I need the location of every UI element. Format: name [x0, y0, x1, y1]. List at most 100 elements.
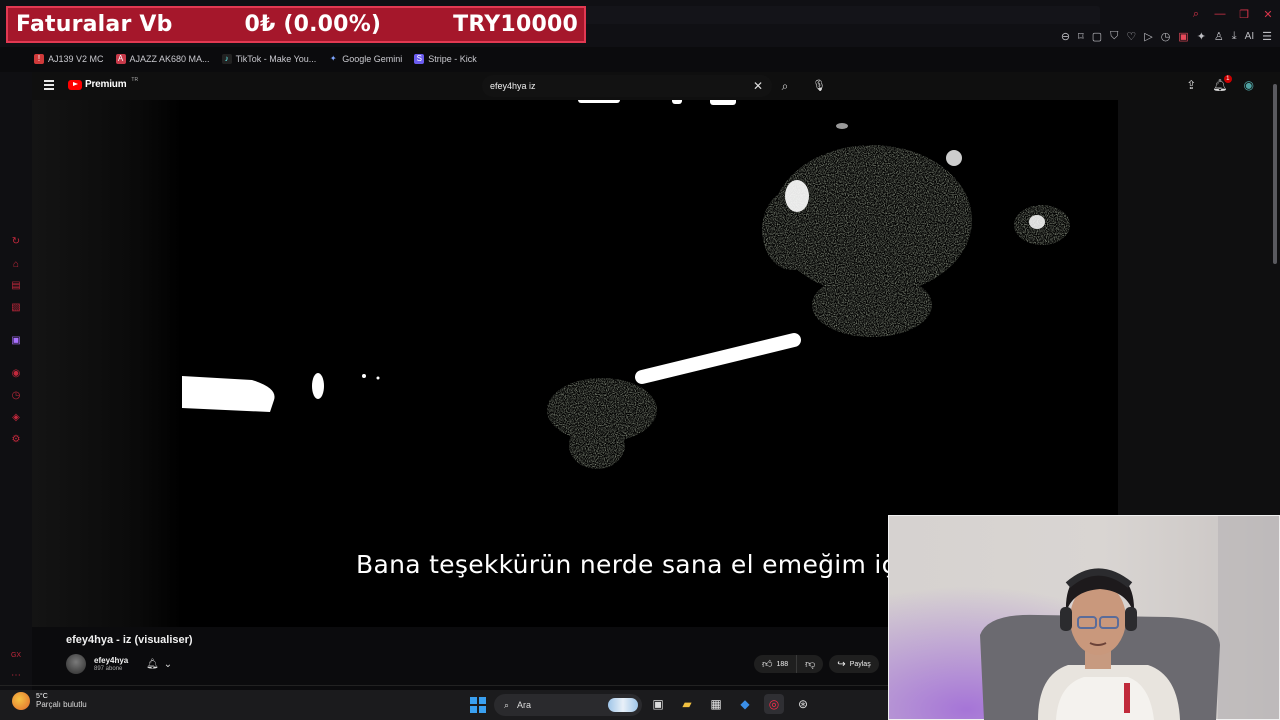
- dislike-button[interactable]: 👎︎: [796, 655, 824, 673]
- menu-hamburger-icon[interactable]: [44, 80, 54, 90]
- steam-icon[interactable]: ⊛: [793, 694, 813, 714]
- player-ambient-edge: [32, 100, 182, 627]
- visualiser-frame: [182, 100, 1070, 469]
- microsoft-store-icon[interactable]: ▦: [706, 694, 726, 714]
- gallery-icon[interactable]: ▤: [10, 280, 22, 292]
- bell-icon: 🔔︎: [146, 658, 159, 670]
- download-icon[interactable]: ⤓: [1232, 30, 1237, 43]
- file-explorer-icon[interactable]: ▰: [677, 694, 697, 714]
- mail-icon[interactable]: ▧: [10, 302, 22, 314]
- weather-condition: Parçalı bulutlu: [36, 700, 87, 709]
- chevron-down-icon: ⌄: [163, 658, 173, 670]
- menu-icon[interactable]: ☰: [1262, 30, 1272, 43]
- donation-goal-banner: Faturalar Vb 0₺ (0.00%) TRY10000: [6, 6, 586, 43]
- bookmark-stripe[interactable]: S Stripe - Kick: [414, 54, 477, 64]
- browser-toolbar: ⊖ ⌑ ▢ ⛉ ♡ ▷ ◷ ▣ ✦ ♙ ⤓ AI ☰: [1061, 30, 1272, 43]
- profile-icon[interactable]: ♙: [1214, 30, 1224, 43]
- right-panel: [1118, 100, 1280, 515]
- channel-avatar[interactable]: [66, 654, 86, 674]
- discover-icon[interactable]: ◉: [10, 368, 22, 380]
- minimize-icon[interactable]: —: [1214, 8, 1226, 21]
- clear-search-icon[interactable]: ✕: [752, 79, 764, 93]
- bookmark-gemini[interactable]: ✦ Google Gemini: [328, 54, 402, 64]
- puzzle-icon[interactable]: ✦: [1197, 30, 1206, 43]
- pin-icon[interactable]: ◈: [10, 412, 22, 424]
- banner-progress: 0₺ (0.00%): [244, 12, 382, 37]
- weather-sun-cloud-icon: [12, 692, 30, 710]
- thumbs-up-icon: 👍︎: [762, 659, 773, 670]
- youtube-play-icon: [68, 79, 82, 90]
- like-button[interactable]: 👍︎ 188: [754, 655, 797, 673]
- video-actions: 👍︎ 188 👎︎ ↪ Paylaş: [754, 655, 879, 673]
- browser-sidebar: ↻ ⌂ ▤ ▧ ▣ ◉ ◷ ◈ ⚙ GX ⋯: [0, 72, 32, 690]
- extension-red-icon[interactable]: ▣: [1178, 30, 1188, 43]
- history-icon[interactable]: ◷: [1161, 30, 1171, 43]
- divider: [0, 685, 888, 686]
- search-highlight-art: [608, 698, 638, 712]
- bookmark-tiktok[interactable]: ♪ TikTok - Make You...: [221, 54, 316, 64]
- temperature: 5°C: [36, 693, 48, 700]
- webcam-overlay: [888, 515, 1280, 720]
- warning-icon: !: [34, 54, 44, 64]
- ajazz-icon: A: [115, 54, 126, 64]
- notification-badge: 1: [1224, 75, 1232, 83]
- share-button[interactable]: ↪ Paylaş: [829, 655, 879, 673]
- video-title: efey4hya - iz (visualiser): [66, 634, 193, 646]
- youtube-logo[interactable]: Premium TR: [68, 77, 138, 90]
- close-window-icon[interactable]: ✕: [1262, 8, 1274, 21]
- upload-icon[interactable]: ⇪: [1186, 78, 1196, 92]
- banner-title: Faturalar Vb: [16, 12, 173, 37]
- task-view-icon[interactable]: ▣: [648, 694, 668, 714]
- window-controls: ⌕ — ❐ ✕: [1190, 8, 1274, 21]
- play-icon[interactable]: ▷: [1144, 30, 1152, 43]
- search-input[interactable]: [490, 81, 752, 91]
- windows-start-icon[interactable]: [470, 697, 486, 713]
- banner-goal: TRY10000: [453, 12, 578, 37]
- share-label: Paylaş: [849, 660, 871, 668]
- ai-button[interactable]: AI: [1245, 31, 1254, 42]
- visualiser-left-marks: [182, 373, 380, 412]
- bookmark-ajazz[interactable]: A AJAZZ AK680 MA...: [115, 54, 210, 64]
- user-avatar[interactable]: ◉: [1244, 78, 1254, 92]
- search-icon: ⌕: [504, 699, 510, 710]
- channel-name[interactable]: efey4hya: [94, 656, 128, 665]
- scrollbar-thumb[interactable]: [1273, 84, 1277, 264]
- bookmark-icon[interactable]: ⌑: [1078, 30, 1084, 43]
- snapshot-icon[interactable]: ▢: [1092, 30, 1102, 43]
- share-icon: ↪: [837, 658, 846, 670]
- opera-gx-icon[interactable]: ◎: [764, 694, 784, 714]
- refresh-icon[interactable]: ↻: [10, 236, 22, 248]
- page-scrollbar[interactable]: [1272, 74, 1278, 264]
- bookmark-aj139[interactable]: ! AJ139 V2 MC: [34, 54, 104, 64]
- gx-logo-icon[interactable]: GX: [10, 650, 22, 662]
- mail-app-icon[interactable]: ◆: [735, 694, 755, 714]
- search-icon[interactable]: ⌕: [776, 77, 794, 95]
- vpn-shield-icon[interactable]: ⛉: [1110, 30, 1118, 43]
- screen: ⌕ — ❐ ✕ ⊖ ⌑ ▢ ⛉ ♡ ▷ ◷ ▣ ✦ ♙ ⤓ AI ☰ Fatur…: [0, 0, 1280, 720]
- youtube-header: Premium TR ✕ ⌕ 🎙︎ ⇪ 🔔︎1 ◉: [32, 72, 1280, 100]
- taskbar-apps: ▣ ▰ ▦ ◆ ◎ ⊛: [648, 694, 813, 714]
- settings-icon[interactable]: ⚙: [10, 434, 22, 446]
- more-icon[interactable]: ⋯: [10, 670, 22, 682]
- subscription-bell-button[interactable]: 🔔︎ ⌄: [146, 656, 178, 672]
- twitch-icon[interactable]: ▣: [10, 335, 22, 347]
- visualiser-top-scribble: [578, 100, 736, 105]
- search-tabs-icon[interactable]: ⌕: [1190, 8, 1202, 21]
- taskbar-search-placeholder: Ara: [517, 700, 532, 710]
- thumbs-down-icon: 👎︎: [805, 659, 816, 670]
- shopping-icon[interactable]: ⌂: [10, 259, 22, 271]
- zoom-out-icon[interactable]: ⊖: [1061, 30, 1070, 43]
- header-actions: ⇪ 🔔︎ 1 ◉: [1186, 75, 1254, 92]
- stripe-icon: S: [414, 54, 425, 64]
- search-box[interactable]: ✕: [482, 75, 772, 97]
- subscriber-count: 897 abone: [94, 666, 123, 672]
- clock-icon[interactable]: ◷: [10, 390, 22, 402]
- tab-strip[interactable]: [585, 6, 1100, 24]
- weather-widget[interactable]: 5°C Parçalı bulutlu: [12, 692, 87, 710]
- restore-icon[interactable]: ❐: [1238, 8, 1250, 21]
- notifications-bell-icon[interactable]: 🔔︎ 1: [1212, 75, 1232, 92]
- gemini-icon: ✦: [329, 54, 337, 63]
- taskbar-search[interactable]: ⌕ Ara: [494, 694, 642, 716]
- microphone-icon[interactable]: 🎙︎: [810, 77, 828, 95]
- heart-icon[interactable]: ♡: [1126, 30, 1136, 43]
